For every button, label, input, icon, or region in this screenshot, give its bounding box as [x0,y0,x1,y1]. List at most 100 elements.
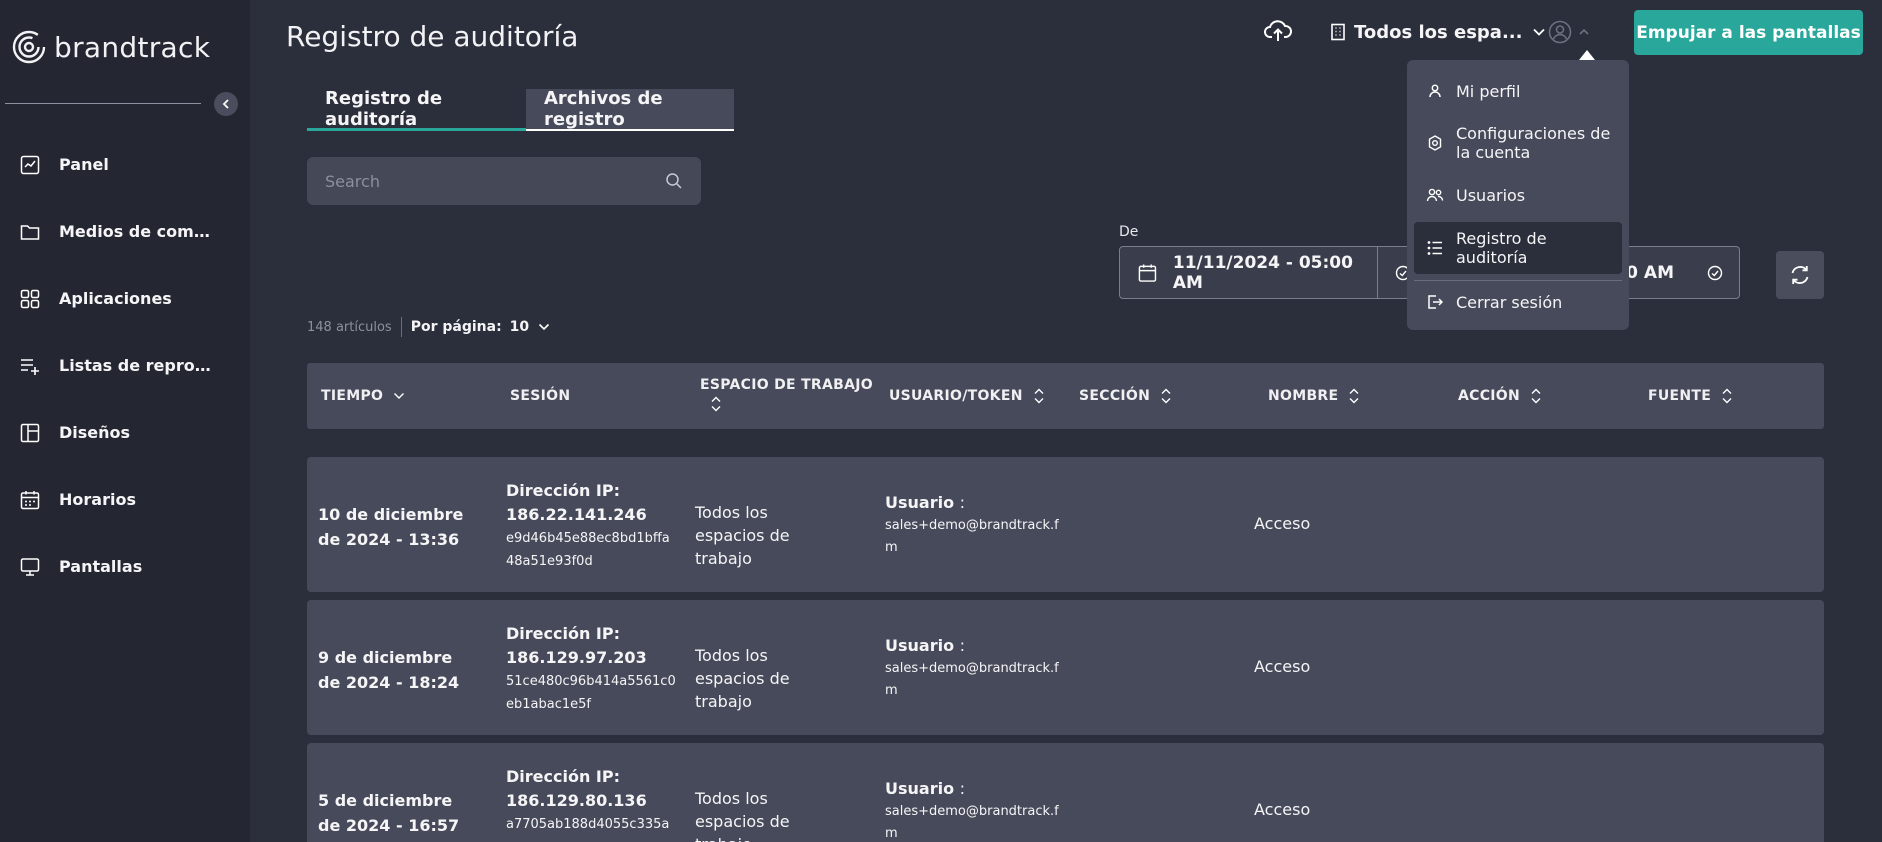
user-menu-toggle[interactable] [1548,20,1590,44]
ip-value: 186.129.97.203 [506,648,647,667]
sidebar-item-label: Aplicaciones [59,289,172,308]
push-to-screens-button[interactable]: Empujar a las pantallas [1634,10,1863,55]
refresh-button[interactable] [1776,251,1824,299]
time-to-button[interactable] [1690,246,1740,299]
sidebar-item-label: Horarios [59,490,136,509]
session-cell: Dirección IP: 186.129.97.203 51ce480c96b… [506,622,676,716]
menu-divider [1414,280,1622,281]
column-header-session: SESIÓN [510,363,570,429]
date-from-value: 11/11/2024 - 05:00 AM [1172,252,1353,293]
page-title: Registro de auditoría [286,20,579,53]
column-header-workspace[interactable]: ESPACIO DE TRABAJO [700,363,873,429]
column-header-label: USUARIO/TOKEN [889,388,1023,404]
action-cell: Acceso [1254,514,1311,533]
time-cell: 9 de diciembre de 2024 - 18:24 [318,648,460,692]
column-header-label: TIEMPO [321,388,384,404]
per-page-label: Por página: [410,319,502,335]
table-row[interactable]: 10 de diciembre de 2024 - 13:36 Direcció… [307,457,1824,592]
user-cell: Usuario : sales+demo@brandtrack.fm [885,776,1060,842]
meta-divider [400,317,402,337]
brand-name: brandtrack [54,30,211,64]
chevron-down-icon[interactable] [538,323,550,331]
user-separator: : [959,779,966,798]
menu-item-users[interactable]: Usuarios [1414,180,1622,210]
column-header-section[interactable]: SECCIÓN [1079,363,1172,429]
sidebar-item-schedules[interactable]: Horarios [0,466,250,533]
session-hash: e9d46b45e88ec8bd1bffa48a51e93f0d [506,531,670,569]
time-cell: 10 de diciembre de 2024 - 13:36 [318,505,464,549]
tab-log-files[interactable]: Archivos de registro [526,88,734,131]
sidebar-item-panel[interactable]: Panel [0,131,250,198]
ip-label: Dirección IP: [506,481,620,500]
menu-item-label: Usuarios [1456,185,1526,205]
menu-item-logout[interactable]: Cerrar sesión [1414,287,1622,317]
sort-icon[interactable] [1033,388,1045,404]
workspace-cell: Todos los espacios de trabajo [695,646,790,711]
column-header-time[interactable]: TIEMPO [321,363,405,429]
cloud-upload-icon[interactable] [1264,18,1292,44]
column-header-action[interactable]: ACCIÓN [1458,363,1542,429]
per-page-select[interactable]: 10 [510,319,529,335]
collapse-sidebar-button[interactable] [214,92,238,116]
column-header-label: NOMBRE [1268,388,1339,404]
calendar-icon [1138,263,1157,282]
session-cell: Dirección IP: 186.129.80.136 a7705ab188d… [506,765,676,836]
table-row[interactable]: 5 de diciembre de 2024 - 16:57 Dirección… [307,743,1824,842]
column-header-source[interactable]: FUENTE [1648,363,1733,429]
menu-item-profile[interactable]: Mi perfil [1414,76,1622,106]
tab-audit-log[interactable]: Registro de auditoría [307,88,526,131]
action-cell: Acceso [1254,800,1311,819]
sort-icon[interactable] [1530,388,1542,404]
workspace-selector[interactable]: Todos los espa... [1330,18,1546,46]
sort-desc-icon[interactable] [393,392,405,400]
menu-item-account-settings[interactable]: Configuraciones de la cuenta [1414,123,1622,163]
user-cell: Usuario : sales+demo@brandtrack.fm [885,633,1060,702]
action-cell: Acceso [1254,657,1311,676]
sort-icon[interactable] [1348,388,1360,404]
sort-icon[interactable] [1160,388,1172,404]
date-from-label: De [1119,224,1139,240]
session-hash: 51ce480c96b414a5561c0eb1abac1e5f [506,674,676,712]
sidebar-item-playlists[interactable]: Listas de reproducción [0,332,250,399]
chevron-left-icon [222,99,229,109]
sidebar-item-screens[interactable]: Pantallas [0,533,250,600]
chart-square-icon [19,154,41,176]
avatar [1548,20,1572,44]
sidebar-item-label: Diseños [59,423,131,442]
search-input[interactable] [325,171,665,191]
column-header-label: SESIÓN [510,388,571,404]
menu-item-label: Cerrar sesión [1456,292,1563,312]
column-header-user[interactable]: USUARIO/TOKEN [889,363,1045,429]
menu-item-audit-log[interactable]: Registro de auditoría [1414,222,1622,274]
ip-value: 186.22.141.246 [506,505,647,524]
table-header: TIEMPO SESIÓN ESPACIO DE TRABAJO USUARIO… [307,363,1824,429]
sidebar-item-layouts[interactable]: Diseños [0,399,250,466]
sidebar: brandtrack Panel Medios de comunicación … [0,0,250,842]
grid-icon [19,288,41,310]
menu-item-label: Configuraciones de la cuenta [1456,124,1611,162]
dropdown-arrow [1579,50,1595,60]
table-row[interactable]: 9 de diciembre de 2024 - 18:24 Dirección… [307,600,1824,735]
time-cell: 5 de diciembre de 2024 - 16:57 [318,791,460,835]
date-from-field[interactable]: 11/11/2024 - 05:00 AM [1119,246,1378,299]
ip-label: Dirección IP: [506,767,620,786]
sidebar-item-apps[interactable]: Aplicaciones [0,265,250,332]
user-email: sales+demo@brandtrack.fm [885,661,1059,698]
layout-icon [19,422,41,444]
menu-item-label: Registro de auditoría [1456,229,1547,267]
pagination-meta: 148 artículos Por página: 10 [307,317,550,337]
column-header-label: ESPACIO DE TRABAJO [700,376,873,393]
user-separator: : [959,493,966,512]
search-icon[interactable] [665,172,683,190]
search-box [307,157,701,205]
calendar-icon [19,489,41,511]
user-label: Usuario [885,779,955,798]
sidebar-item-media[interactable]: Medios de comunicación [0,198,250,265]
sort-icon[interactable] [1721,388,1733,404]
column-header-name[interactable]: NOMBRE [1268,363,1360,429]
sidebar-nav: Panel Medios de comunicación Aplicacione… [0,131,250,600]
sort-icon[interactable] [710,396,722,416]
sidebar-item-label: Pantallas [59,557,143,576]
chevron-down-icon [1533,28,1546,36]
brandtrack-logo[interactable]: brandtrack [12,30,210,64]
